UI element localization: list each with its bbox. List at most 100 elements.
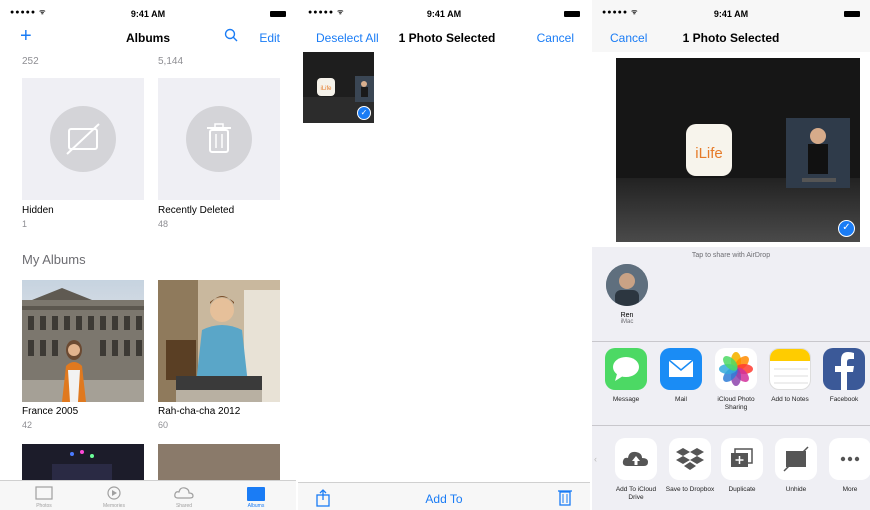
album-count: 5,144 (158, 56, 184, 67)
unhide-icon (775, 438, 817, 480)
concert-photo (52, 450, 112, 484)
share-app-message[interactable]: Message (600, 348, 652, 404)
airdrop-contact[interactable]: Ren iMac (604, 264, 650, 325)
hidden-icon (50, 106, 116, 172)
action-label: Save to Dropbox (665, 486, 715, 493)
action-label: Duplicate (728, 486, 756, 493)
memories-icon (107, 486, 121, 500)
ilife-logo-text: iLife (695, 145, 723, 162)
selected-check-icon: ✓ (838, 220, 855, 237)
share-app-facebook[interactable]: Facebook (818, 348, 870, 404)
status-bar: ●●●●● ᯤ 9:41 AM (298, 0, 590, 22)
album-cover[interactable] (22, 444, 144, 484)
battery-icon (844, 11, 860, 17)
share-apps-row: Message Mail iCloud Photo Sharing Add to… (592, 342, 870, 426)
tab-shared[interactable]: Shared (164, 485, 204, 509)
albums-tab-icon (247, 487, 265, 501)
scroll-left-indicator: ‹ (594, 454, 597, 464)
select-navbar: Deselect All 1 Photo Selected Cancel (298, 22, 590, 52)
airdrop-name: Ren (620, 312, 634, 319)
app-label: Add to Notes (771, 396, 809, 403)
boy-photo (158, 280, 280, 402)
album-name: France 2005 (22, 406, 79, 417)
notes-icon (769, 348, 811, 390)
action-add-to-icloud-drive[interactable]: Add To iCloud Drive (610, 438, 662, 502)
action-label: Add To iCloud Drive (615, 486, 657, 501)
action-save-to-dropbox[interactable]: Save to Dropbox (664, 438, 716, 494)
status-bar: ●●●●● ᯤ 9:41 AM (592, 0, 870, 22)
share-actions-row: ‹ Add To iCloud Drive Save to Dropbox Du… (592, 426, 870, 510)
tab-label: Memories (103, 503, 125, 509)
selected-photo-preview[interactable]: iLife ✓ (616, 58, 860, 242)
tab-bar: Photos Memories Shared Albums (0, 480, 296, 510)
action-label: Unhide (785, 486, 807, 493)
preview-area: iLife ✓ (592, 52, 870, 247)
status-time: 9:41 AM (130, 9, 166, 19)
add-to-button[interactable]: Add To (298, 492, 590, 506)
app-label: Message (612, 396, 640, 403)
share-app-icloud-photo-sharing[interactable]: iCloud Photo Sharing (710, 348, 762, 412)
facebook-icon (823, 348, 865, 390)
page-title: 1 Photo Selected (682, 31, 780, 45)
cloud-icon (174, 487, 194, 499)
selected-check-icon: ✓ (357, 106, 371, 120)
tab-label: Photos (36, 503, 52, 509)
select-screen: ●●●●● ᯤ 9:41 AM Deselect All 1 Photo Sel… (298, 0, 590, 510)
duplicate-icon (721, 438, 763, 480)
album-cover-rah-cha-cha[interactable] (158, 280, 280, 402)
dropbox-icon (669, 438, 711, 480)
battery-icon (564, 11, 580, 17)
section-title: My Albums (22, 252, 86, 267)
search-icon[interactable] (224, 28, 238, 45)
action-label: More (842, 486, 858, 493)
tab-photos[interactable]: Photos (24, 485, 64, 509)
avatar (606, 264, 648, 306)
more-icon (829, 438, 870, 480)
status-time: 9:41 AM (426, 9, 462, 19)
album-cover[interactable] (158, 444, 280, 484)
action-duplicate[interactable]: Duplicate (716, 438, 768, 494)
album-count: 42 (22, 420, 33, 430)
keynote-photo: iLife (616, 58, 860, 242)
recently-deleted-album[interactable] (158, 78, 280, 200)
status-bar: ●●●●● ᯤ 9:41 AM (0, 0, 296, 22)
tab-label: Albums (247, 503, 265, 509)
album-count: 48 (158, 219, 169, 229)
album-name: Recently Deleted (158, 205, 235, 216)
app-label: Mail (675, 396, 687, 403)
album-cover-france[interactable] (22, 280, 144, 402)
trash-icon[interactable] (558, 488, 572, 510)
edit-button[interactable]: Edit (259, 31, 280, 45)
photos-icon (715, 348, 757, 390)
share-navbar: Cancel 1 Photo Selected (592, 22, 870, 52)
share-screen: ●●●●● ᯤ 9:41 AM Cancel 1 Photo Selected … (592, 0, 870, 510)
status-time: 9:41 AM (713, 9, 749, 19)
album-name: Hidden (22, 205, 54, 216)
photos-tab-icon (35, 486, 53, 500)
airdrop-hint: Tap to share with AirDrop (691, 252, 771, 259)
trash-icon (186, 106, 252, 172)
action-more[interactable]: More (824, 438, 870, 494)
app-label: Facebook (829, 396, 859, 403)
action-unhide[interactable]: Unhide (770, 438, 822, 494)
share-app-notes[interactable]: Add to Notes (764, 348, 816, 404)
tab-memories[interactable]: Memories (94, 485, 134, 509)
hidden-album[interactable] (22, 78, 144, 200)
louvre-photo (22, 288, 144, 402)
airdrop-device: iMac (620, 319, 634, 325)
bottom-toolbar: Add To (298, 482, 590, 510)
icloud-upload-icon (615, 438, 657, 480)
app-label: iCloud Photo Sharing (717, 396, 755, 411)
album-name: Rah-cha-cha 2012 (158, 406, 241, 417)
message-icon (605, 348, 647, 390)
album-count: 60 (158, 420, 169, 430)
tab-label: Shared (175, 503, 193, 509)
share-app-mail[interactable]: Mail (655, 348, 707, 404)
cancel-button[interactable]: Cancel (537, 31, 574, 45)
album-count: 252 (22, 56, 39, 67)
selected-photo-thumbnail[interactable]: iLife ✓ (303, 52, 374, 123)
airdrop-section: Tap to share with AirDrop Ren iMac (592, 248, 870, 342)
mail-icon (660, 348, 702, 390)
battery-icon (270, 11, 286, 17)
tab-albums[interactable]: Albums (236, 485, 276, 509)
